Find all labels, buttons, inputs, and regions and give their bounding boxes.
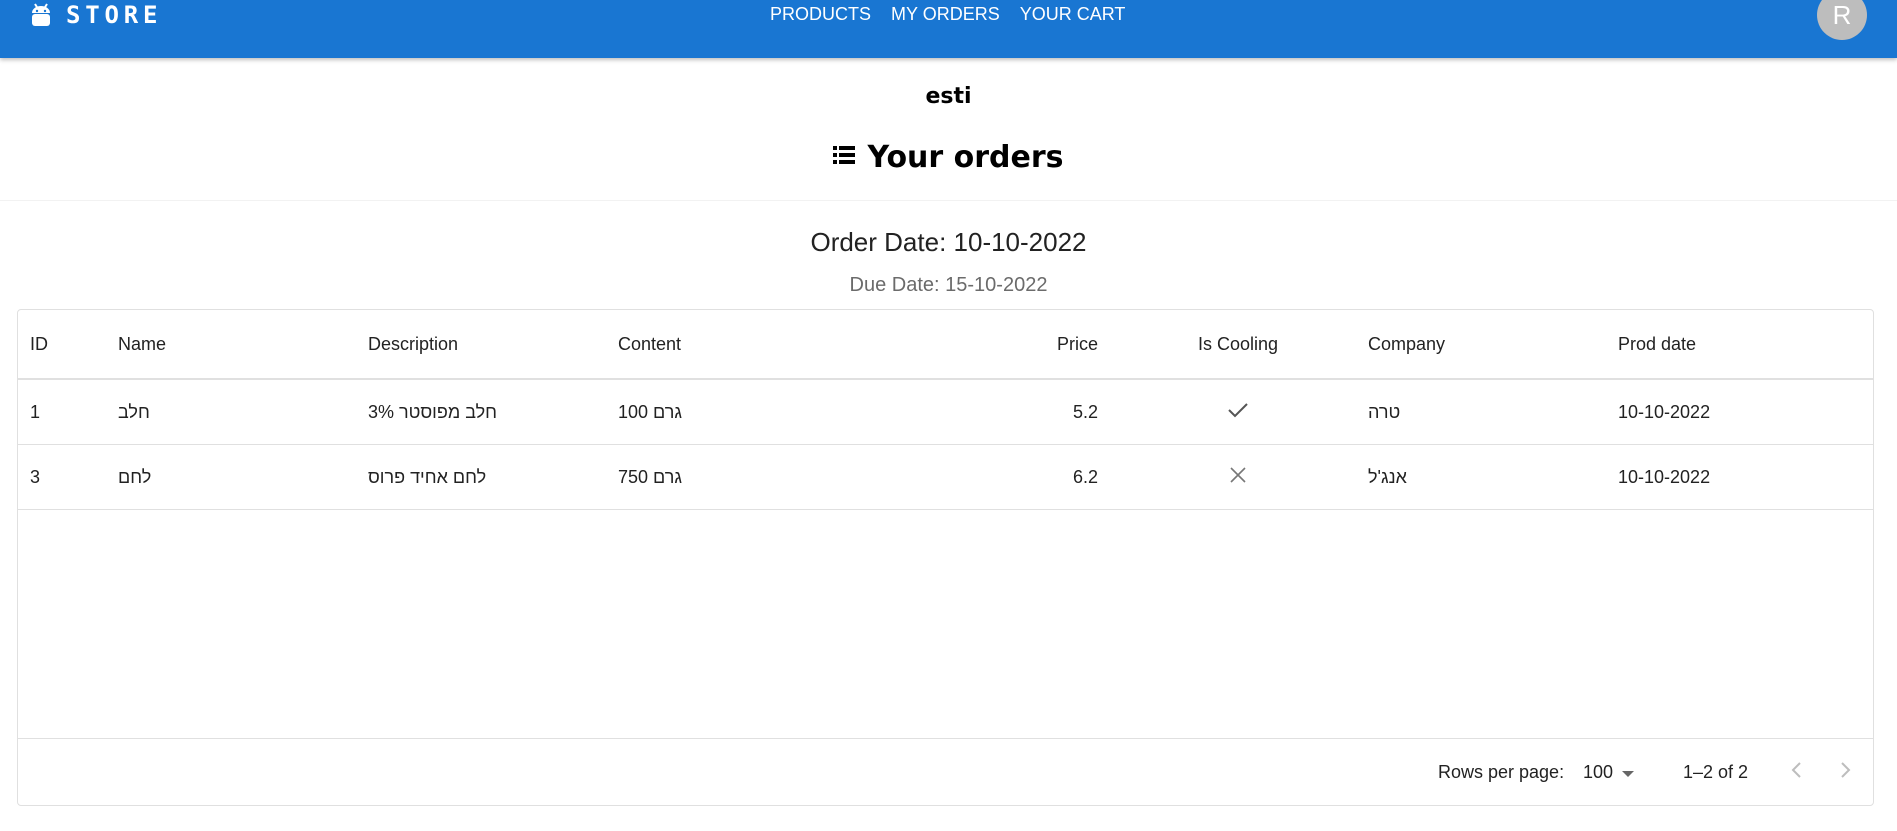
cell-id: 3 [30, 466, 41, 487]
user-name: esti [925, 84, 972, 109]
nav-my-orders[interactable]: MY ORDERS [891, 4, 1000, 25]
cell-prod-date: 10-10-2022 [1618, 466, 1711, 487]
check-icon [1227, 401, 1249, 424]
rows-per-page-select[interactable]: 100 [1583, 739, 1635, 805]
cell-company: אנג'ל [1368, 466, 1407, 487]
cell-description: לחם אחיד פרוס [368, 466, 487, 487]
column-header-name[interactable]: Name [118, 310, 348, 378]
column-header-company[interactable]: Company [1368, 310, 1598, 378]
dropdown-arrow-icon [1621, 762, 1635, 783]
cell-is-cooling [1118, 380, 1358, 444]
avatar[interactable]: R [1817, 0, 1867, 40]
column-header-is-cooling[interactable]: Is Cooling [1118, 310, 1358, 378]
chevron-right-icon [1840, 761, 1852, 784]
column-header-id[interactable]: ID [30, 310, 110, 378]
column-header-description[interactable]: Description [368, 310, 598, 378]
main-nav: PRODUCTS MY ORDERS YOUR CART [770, 4, 1125, 25]
cross-icon [1229, 466, 1247, 489]
app-bar: STORE PRODUCTS MY ORDERS YOUR CART R [0, 0, 1897, 58]
divider [0, 200, 1897, 201]
column-header-price[interactable]: Price [888, 310, 1098, 378]
due-date: Due Date: 15-10-2022 [849, 274, 1048, 296]
table-row[interactable]: 1 חלב חלב מפוסטר 3% 100 גרם 5.2 טרה 10-1… [18, 380, 1873, 445]
pagination-range: 1–2 of 2 [1683, 761, 1749, 782]
page-heading: Your orders [0, 140, 1897, 175]
nav-products[interactable]: PRODUCTS [770, 4, 871, 25]
cell-name: לחם [118, 466, 152, 487]
cell-price: 5.2 [1072, 401, 1098, 422]
cell-content: 750 גרם [618, 466, 682, 487]
table-row[interactable]: 3 לחם לחם אחיד פרוס 750 גרם 6.2 אנג'ל 10… [18, 445, 1873, 510]
cell-content: 100 גרם [618, 401, 682, 422]
next-page-button[interactable] [1840, 739, 1852, 805]
rows-per-page-label: Rows per page: [1438, 761, 1565, 782]
cell-is-cooling [1118, 445, 1358, 509]
column-header-content[interactable]: Content [618, 310, 848, 378]
chevron-left-icon [1790, 761, 1802, 784]
brand[interactable]: STORE [30, 0, 162, 30]
orders-table: ID Name Description Content Price Is Coo… [17, 309, 1874, 806]
cell-company: טרה [1368, 401, 1401, 422]
cell-price: 6.2 [1072, 466, 1098, 487]
order-date: Order Date: 10-10-2022 [810, 227, 1087, 257]
cell-name: חלב [118, 401, 150, 422]
cell-description: חלב מפוסטר 3% [368, 401, 497, 422]
nav-your-cart[interactable]: YOUR CART [1020, 4, 1126, 25]
table-footer: Rows per page: 100 1–2 of 2 [18, 738, 1873, 805]
column-header-prod-date[interactable]: Prod date [1618, 310, 1848, 378]
rows-per-page-value: 100 [1583, 761, 1614, 782]
page-title: Your orders [867, 140, 1064, 175]
list-icon [833, 145, 867, 170]
android-icon [30, 1, 52, 29]
previous-page-button[interactable] [1790, 739, 1802, 805]
cell-prod-date: 10-10-2022 [1618, 401, 1711, 422]
table-header: ID Name Description Content Price Is Coo… [18, 310, 1873, 380]
cell-id: 1 [30, 401, 41, 422]
brand-title: STORE [66, 1, 163, 29]
